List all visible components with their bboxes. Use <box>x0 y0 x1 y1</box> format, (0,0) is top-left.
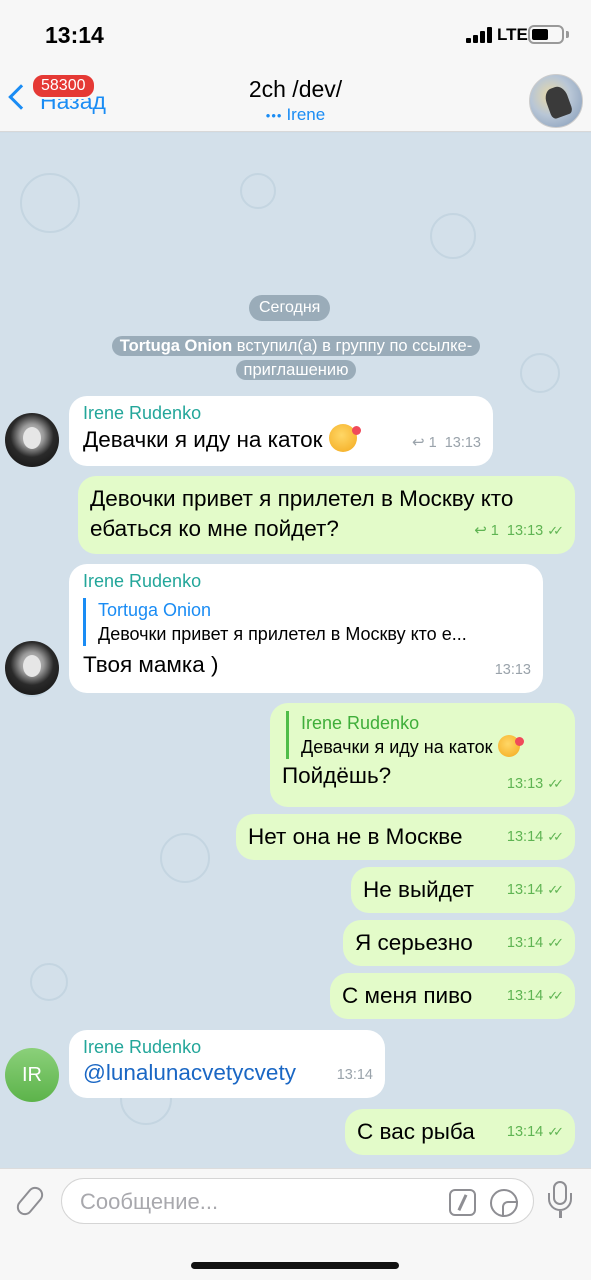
service-user[interactable]: Tortuga Onion <box>120 337 232 355</box>
network-label: LTE <box>497 25 528 44</box>
message-meta: 13:14 ✓✓ <box>506 1124 564 1140</box>
forward-icon: ↩ <box>474 522 487 539</box>
service-message: Tortuga Onion вступил(а) в группу по ссы… <box>78 334 514 382</box>
sender-avatar[interactable]: IR <box>5 1048 59 1102</box>
message-meta: ↩ 1 13:13 ✓✓ <box>474 522 564 539</box>
signal-icon <box>466 27 492 43</box>
read-check-icon: ✓✓ <box>547 776 564 791</box>
typing-user: Irene <box>286 105 326 124</box>
read-check-icon: ✓✓ <box>547 1124 564 1139</box>
message-text: Твоя мамка ) <box>83 652 219 677</box>
message-bubble[interactable]: Я серьезно 13:14 ✓✓ <box>343 920 575 966</box>
message-time: 13:14 <box>336 1067 373 1083</box>
paperclip-icon <box>13 1183 47 1219</box>
reply-quote[interactable]: Tortuga Onion Девочки привет я прилетел … <box>83 598 529 646</box>
mention-link[interactable]: @lunalunacvetycvety <box>83 1058 371 1088</box>
chat-subtitle: ••• Irene <box>0 105 591 125</box>
status-bar: 13:14 LTE <box>0 0 591 70</box>
typing-dots-icon: ••• <box>265 108 283 123</box>
battery-icon <box>528 25 564 44</box>
message-bubble[interactable]: Irene Rudenko Девачки я иду на каток Пой… <box>270 703 575 807</box>
sender-name[interactable]: Irene Rudenko <box>83 1036 371 1058</box>
reply-author: Tortuga Onion <box>98 600 212 620</box>
smiling-face-with-hearts-icon <box>497 735 524 757</box>
message-meta: 13:14 ✓✓ <box>506 882 564 898</box>
sender-avatar[interactable] <box>5 413 59 467</box>
message-meta: 13:14 ✓✓ <box>506 829 564 845</box>
message-meta: 13:14 ✓✓ <box>506 935 564 951</box>
read-check-icon: ✓✓ <box>547 988 564 1003</box>
reply-text: Девачки я иду на каток <box>301 735 563 759</box>
microphone-button[interactable] <box>547 1179 573 1221</box>
group-avatar[interactable] <box>529 74 583 128</box>
message-bubble[interactable]: Нет она не в Москве 13:14 ✓✓ <box>236 814 575 860</box>
message-meta: ↩ 1 13:13 <box>411 434 481 451</box>
message-meta: 13:13 ✓✓ <box>506 776 564 792</box>
read-check-icon: ✓✓ <box>547 935 564 950</box>
smiling-face-with-hearts-icon <box>328 424 361 452</box>
read-check-icon: ✓✓ <box>547 523 564 538</box>
status-time: 13:14 <box>45 22 104 48</box>
read-check-icon: ✓✓ <box>547 882 564 897</box>
reply-quote[interactable]: Irene Rudenko Девачки я иду на каток <box>286 711 563 759</box>
message-bubble[interactable]: С вас рыба 13:14 ✓✓ <box>345 1109 575 1155</box>
sender-name[interactable]: Irene Rudenko <box>83 570 529 592</box>
sticker-icon[interactable] <box>490 1189 518 1217</box>
message-bubble[interactable]: Irene Rudenko @lunalunacvetycvety 13:14 <box>69 1030 385 1098</box>
forward-icon: ↩ <box>411 434 425 451</box>
message-bubble[interactable]: Девочки привет я прилетел в Москву кто еб… <box>78 476 575 554</box>
chat-header: Назад 58300 2ch /dev/ ••• Irene <box>0 70 591 132</box>
message-input[interactable] <box>80 1187 440 1217</box>
sender-name[interactable]: Irene Rudenko <box>83 402 479 424</box>
commands-icon[interactable] <box>449 1189 476 1216</box>
message-bubble[interactable]: С меня пиво 13:14 ✓✓ <box>330 973 575 1019</box>
attach-button[interactable] <box>13 1181 48 1221</box>
message-time: 13:13 <box>494 662 531 678</box>
message-field <box>61 1178 534 1224</box>
message-bubble[interactable]: Irene Rudenko Девачки я иду на каток ↩ 1 … <box>69 396 493 466</box>
sender-avatar[interactable] <box>5 641 59 695</box>
message-meta: 13:14 ✓✓ <box>506 988 564 1004</box>
read-check-icon: ✓✓ <box>547 829 564 844</box>
date-pill: Сегодня <box>249 295 331 321</box>
reply-author: Irene Rudenko <box>301 713 420 733</box>
message-bubble[interactable]: Irene Rudenko Tortuga Onion Девочки прив… <box>69 564 543 693</box>
message-bubble[interactable]: Не выйдет 13:14 ✓✓ <box>351 867 575 913</box>
chat-title[interactable]: 2ch /dev/ <box>0 76 591 103</box>
home-indicator <box>191 1262 399 1269</box>
reply-text: Девочки привет я прилетел в Москву кто е… <box>98 624 467 644</box>
